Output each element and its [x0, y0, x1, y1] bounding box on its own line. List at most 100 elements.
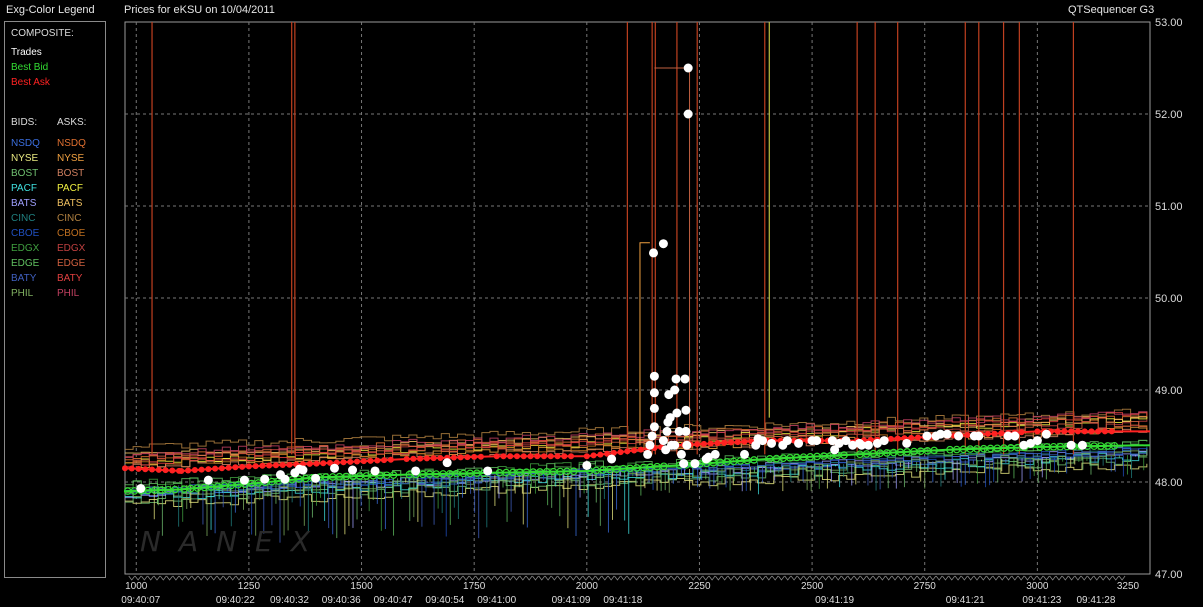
trade-point — [649, 388, 659, 398]
best-ask-marker — [597, 451, 604, 458]
trade-point — [483, 466, 493, 476]
trade-tick-marker — [973, 575, 981, 581]
trade-point — [740, 449, 750, 459]
trade-tick-marker — [412, 575, 419, 581]
best-ask-marker — [320, 460, 327, 467]
trade-point — [680, 374, 690, 384]
x-tick-label: 2750 — [914, 581, 937, 592]
trade-tick-marker — [897, 575, 905, 581]
trade-tick-marker — [1093, 575, 1101, 581]
trade-tick-marker — [1011, 575, 1019, 581]
trade-point — [442, 458, 452, 468]
trade-tick-marker — [992, 575, 1000, 581]
best-ask-marker — [1101, 428, 1108, 435]
best-ask-marker — [191, 467, 198, 474]
trade-point — [658, 436, 668, 446]
trade-tick-marker — [626, 575, 634, 581]
best-ask-marker — [493, 453, 500, 460]
best-ask-marker — [534, 453, 541, 460]
best-ask-marker — [964, 431, 971, 438]
best-ask-marker — [721, 439, 728, 446]
trade-tick-marker — [323, 575, 331, 581]
best-ask-marker — [694, 441, 701, 448]
trade-point — [863, 440, 873, 450]
best-ask-marker — [583, 453, 590, 460]
trade-point — [690, 459, 700, 469]
best-ask-marker — [561, 453, 568, 460]
x-tick-label: 2250 — [688, 581, 711, 592]
best-ask-marker — [998, 430, 1005, 437]
trade-point — [648, 248, 658, 258]
y-tick-label: 53.00 — [1155, 17, 1183, 29]
best-ask-marker — [149, 466, 156, 473]
best-ask-marker — [354, 458, 361, 465]
trade-point — [794, 438, 804, 448]
trade-tick-marker — [595, 575, 602, 581]
best-ask-marker — [568, 453, 575, 460]
trade-tick-marker — [948, 575, 956, 581]
trade-tick-marker — [961, 575, 968, 581]
trade-point — [582, 460, 592, 470]
best-ask-marker — [266, 462, 273, 469]
trade-tick-marker — [166, 575, 173, 581]
best-ask-marker — [1061, 428, 1068, 435]
trade-point — [348, 465, 358, 475]
trade-tick-marker — [696, 575, 703, 581]
trade-tick-marker — [633, 575, 640, 581]
best-ask-marker — [205, 466, 212, 473]
trade-tick-marker — [1055, 575, 1063, 581]
trade-tick-marker — [614, 575, 621, 581]
trade-tick-marker — [393, 575, 401, 581]
trade-tick-marker — [456, 575, 464, 581]
trade-tick-marker — [677, 575, 684, 581]
trade-tick-marker — [405, 575, 413, 581]
time-label: 09:40:54 — [425, 595, 464, 606]
trade-point — [683, 109, 693, 119]
trade-tick-marker — [715, 575, 722, 581]
trade-point — [280, 474, 290, 484]
trade-tick-marker — [929, 575, 937, 581]
trade-tick-marker — [361, 575, 369, 581]
trade-tick-marker — [853, 575, 861, 581]
trade-tick-marker — [645, 575, 653, 581]
best-ask-marker — [128, 465, 135, 472]
best-ask-marker — [624, 448, 631, 455]
best-ask-marker — [169, 467, 176, 474]
y-tick-label: 51.00 — [1155, 201, 1183, 213]
trade-tick-marker — [746, 575, 754, 581]
best-ask-marker — [259, 462, 266, 469]
trade-tick-marker — [702, 575, 710, 581]
trade-tick-marker — [469, 575, 476, 581]
trade-tick-marker — [803, 575, 811, 581]
trade-tick-marker — [1099, 575, 1107, 581]
x-tick-label: 1250 — [238, 581, 261, 592]
best-ask-marker — [541, 453, 548, 460]
trade-point — [1010, 431, 1020, 441]
best-ask-marker — [527, 453, 534, 460]
trade-tick-marker — [727, 575, 735, 581]
trade-tick-marker — [279, 575, 287, 581]
trade-tick-marker — [487, 575, 495, 581]
trade-point — [239, 475, 249, 485]
trade-tick-marker — [178, 575, 186, 581]
trade-tick-marker — [1005, 575, 1012, 581]
trade-tick-marker — [998, 575, 1006, 581]
trade-point — [670, 385, 680, 395]
trade-point — [330, 463, 340, 473]
trade-tick-marker — [828, 575, 836, 581]
trade-tick-marker — [1106, 575, 1113, 581]
trade-tick-marker — [128, 575, 136, 581]
trade-tick-marker — [651, 575, 659, 581]
best-ask-marker — [272, 462, 279, 469]
trade-tick-marker — [506, 575, 514, 581]
trade-tick-marker — [954, 575, 962, 581]
trade-point — [676, 449, 686, 459]
trade-tick-marker — [223, 575, 230, 581]
trade-point — [370, 466, 380, 476]
best-ask-marker — [457, 454, 464, 461]
trade-point — [683, 63, 693, 73]
best-ask-marker — [700, 440, 707, 447]
best-ask-marker — [1018, 429, 1025, 436]
trade-point — [758, 436, 768, 446]
trade-point — [649, 371, 659, 381]
